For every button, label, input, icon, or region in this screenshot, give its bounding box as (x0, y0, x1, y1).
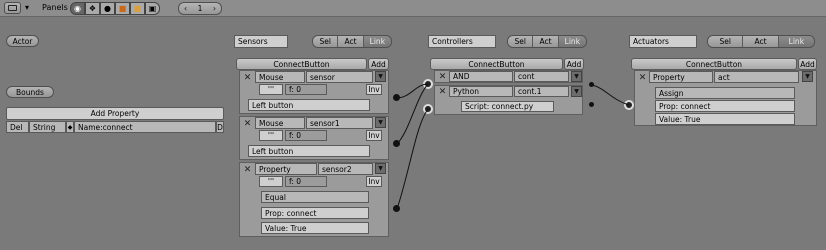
link-line (591, 84, 630, 106)
link-line (396, 108, 429, 210)
logic-links (396, 83, 630, 210)
link-line (396, 83, 429, 145)
